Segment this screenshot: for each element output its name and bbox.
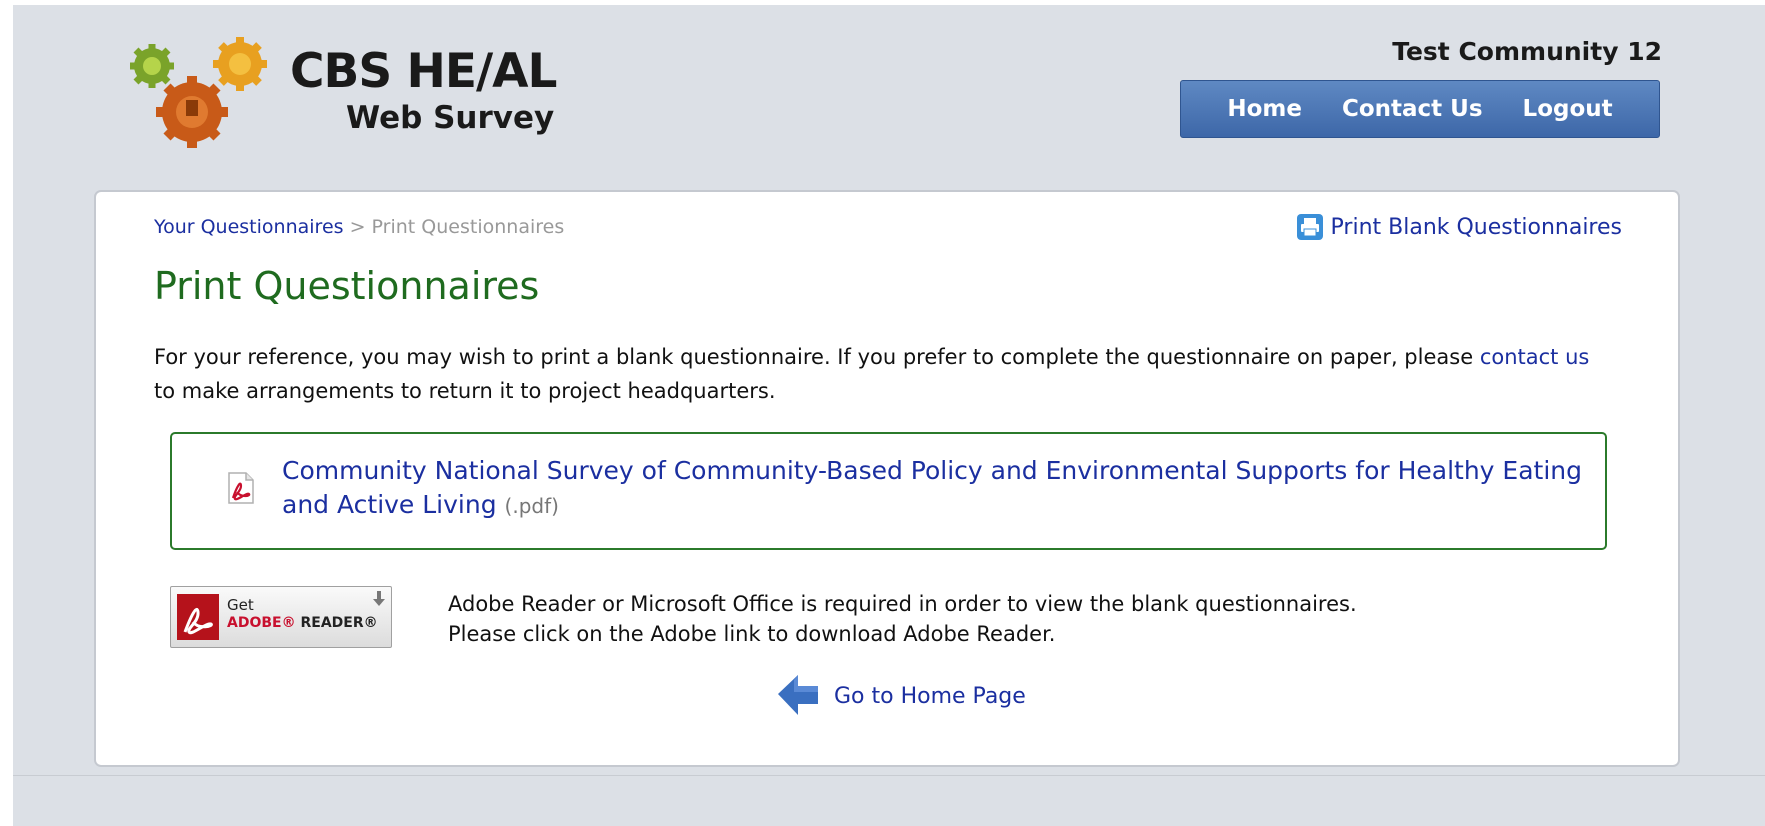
nav-contact-us-link[interactable]: Contact Us (1342, 96, 1483, 122)
questionnaire-document-box: Community National Survey of Community-B… (170, 432, 1607, 550)
contact-us-link[interactable]: contact us (1480, 345, 1590, 369)
footer-divider (13, 775, 1765, 776)
breadcrumb: Your Questionnaires > Print Questionnair… (154, 216, 564, 238)
adobe-product-label: READER® (300, 615, 378, 631)
adobe-brand-label: ADOBE® (227, 615, 301, 631)
adobe-reader-icon (177, 594, 219, 640)
breadcrumb-your-questionnaires-link[interactable]: Your Questionnaires (154, 216, 344, 238)
print-blank-label: Print Blank Questionnaires (1330, 214, 1622, 240)
breadcrumb-separator: > (349, 216, 366, 238)
adobe-get-label: Get (227, 596, 254, 614)
intro-text: For your reference, you may wish to prin… (154, 340, 1614, 408)
questionnaire-pdf-link[interactable]: Community National Survey of Community-B… (282, 456, 1582, 519)
content-panel: Your Questionnaires > Print Questionnair… (94, 190, 1680, 767)
site-logo[interactable]: CBS HE/AL Web Survey (122, 34, 557, 154)
breadcrumb-current: Print Questionnaires (371, 216, 565, 238)
file-extension: (.pdf) (504, 494, 559, 518)
go-to-home-page-link[interactable]: Go to Home Page (776, 672, 1026, 720)
requirements-line-1: Adobe Reader or Microsoft Office is requ… (448, 592, 1357, 616)
logo-title: CBS HE/AL (290, 44, 557, 99)
requirements-line-2: Please click on the Adobe link to downlo… (448, 622, 1056, 646)
intro-text-before: For your reference, you may wish to prin… (154, 345, 1474, 369)
download-arrow-icon (373, 591, 385, 606)
back-arrow-icon (778, 675, 818, 715)
nav-home-link[interactable]: Home (1227, 96, 1302, 122)
questionnaire-text: Community National Survey of Community-B… (282, 454, 1582, 523)
pdf-icon (228, 472, 254, 504)
adobe-reader-label: ADOBE® READER® (227, 615, 378, 631)
logo-subtitle: Web Survey (346, 100, 555, 136)
community-name: Test Community 12 (1392, 37, 1662, 66)
logo-gears-icon (130, 37, 267, 148)
page-title: Print Questionnaires (154, 264, 540, 308)
go-to-home-page-label: Go to Home Page (834, 683, 1026, 709)
get-adobe-reader-button[interactable]: Get ADOBE® READER® (170, 586, 392, 648)
top-navigation: Home Contact Us Logout (1180, 80, 1660, 138)
printer-icon (1296, 214, 1323, 240)
print-blank-questionnaires-link[interactable]: Print Blank Questionnaires (1296, 214, 1622, 240)
intro-text-after: to make arrangements to return it to pro… (154, 379, 776, 403)
requirements-text: Adobe Reader or Microsoft Office is requ… (448, 589, 1357, 649)
nav-logout-link[interactable]: Logout (1523, 96, 1613, 122)
